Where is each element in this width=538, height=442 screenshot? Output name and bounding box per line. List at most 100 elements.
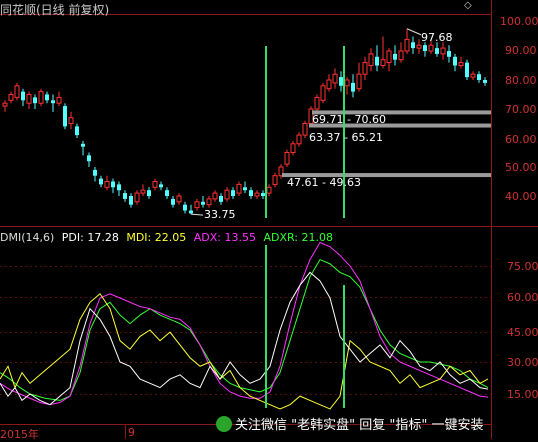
indicator-header: DMI(14,6) PDI: 17.28 MDI: 22.05 ADX: 13.… <box>0 231 337 244</box>
candlestick[interactable] <box>453 53 457 72</box>
candlestick[interactable] <box>189 204 193 215</box>
candlestick[interactable] <box>465 59 469 80</box>
candlestick[interactable] <box>272 172 278 188</box>
candlestick[interactable] <box>201 196 205 208</box>
candlestick[interactable] <box>440 42 446 60</box>
candlestick[interactable] <box>302 120 308 138</box>
indicator-name[interactable]: DMI(14,6) <box>0 231 54 244</box>
candlestick[interactable] <box>332 68 338 89</box>
candlestick[interactable] <box>477 71 481 83</box>
candlestick[interactable] <box>458 56 464 69</box>
price-tick: 40.00 <box>505 190 537 203</box>
indicator-tick: 45.00 <box>507 326 538 339</box>
diamond-icon[interactable]: ◇ <box>464 0 472 11</box>
candlestick[interactable] <box>320 82 326 104</box>
candlestick[interactable] <box>339 71 343 92</box>
candlestick[interactable] <box>296 132 302 147</box>
candlestick[interactable] <box>423 42 427 57</box>
candlestick[interactable] <box>129 193 133 208</box>
candlestick[interactable] <box>38 88 44 107</box>
candlestick[interactable] <box>284 149 290 167</box>
candlestick[interactable] <box>314 94 320 112</box>
candlestick[interactable] <box>326 74 332 92</box>
candlestick[interactable] <box>8 91 14 104</box>
candlestick[interactable] <box>344 77 350 95</box>
candlestick[interactable] <box>194 198 200 211</box>
candlestick[interactable] <box>435 42 439 57</box>
price-tick: 60.00 <box>505 133 537 146</box>
kline-dmi-chart[interactable] <box>0 0 538 439</box>
adxr-line <box>0 258 489 401</box>
candlestick[interactable] <box>398 42 404 63</box>
candlestick[interactable] <box>386 48 392 72</box>
candlestick[interactable] <box>351 74 355 98</box>
candlestick[interactable] <box>393 45 397 66</box>
candlestick[interactable] <box>87 152 91 168</box>
watermark: 关注微信 "老韩实盘" 回复 "指标" 一键安装 <box>216 414 483 433</box>
candlestick[interactable] <box>75 123 79 139</box>
candlestick[interactable] <box>51 94 55 112</box>
chart-title: 同花顺(日线 前复权) <box>0 3 110 17</box>
candlestick[interactable] <box>261 190 265 199</box>
candlestick[interactable] <box>21 88 25 107</box>
adx-value: ADX: 13.55 <box>193 231 256 244</box>
candlestick[interactable] <box>104 175 110 191</box>
candlestick[interactable] <box>243 181 247 194</box>
candlestick[interactable] <box>81 140 85 156</box>
indicator-tick: 75.00 <box>507 260 538 273</box>
candlestick[interactable] <box>111 178 115 194</box>
stock-chart-window[interactable]: 同花顺(日线 前复权) ◇ 100.00 90.00 80.00 70.00 6… <box>0 0 538 442</box>
candlestick[interactable] <box>33 94 37 110</box>
indicator-tick: 30.00 <box>507 356 538 369</box>
candlestick[interactable] <box>14 82 20 101</box>
candlestick[interactable] <box>483 77 487 86</box>
candlestick[interactable] <box>183 201 187 214</box>
wechat-icon <box>216 416 232 432</box>
candlestick[interactable] <box>411 36 415 54</box>
candlestick[interactable] <box>63 103 67 130</box>
candlestick[interactable] <box>219 193 223 205</box>
pdi-value: PDI: 17.28 <box>61 231 119 244</box>
candlestick[interactable] <box>140 184 146 196</box>
time-axis: 2015年 <box>0 426 39 442</box>
candlestick[interactable] <box>165 187 169 199</box>
candlestick[interactable] <box>356 62 362 92</box>
candlestick[interactable] <box>99 175 103 188</box>
candlestick[interactable] <box>45 91 49 104</box>
candlestick[interactable] <box>470 71 476 80</box>
candlestick[interactable] <box>236 181 242 197</box>
price-high-label: 97.68 <box>421 31 453 44</box>
candlestick[interactable] <box>134 190 140 205</box>
time-label-month: 9 <box>128 426 135 439</box>
candlestick[interactable] <box>171 196 175 208</box>
candlestick[interactable] <box>68 111 74 130</box>
candlestick[interactable] <box>380 36 386 69</box>
candlestick[interactable] <box>231 187 235 199</box>
price-tick: 90.00 <box>505 44 537 57</box>
candlestick[interactable] <box>176 193 182 205</box>
candlestick[interactable] <box>26 91 32 109</box>
price-tick: 100.00 <box>500 15 538 28</box>
candlestick[interactable] <box>93 167 97 182</box>
candlestick[interactable] <box>206 196 212 208</box>
candlestick[interactable] <box>375 45 379 72</box>
candlestick[interactable] <box>224 187 230 202</box>
candlestick[interactable] <box>254 190 260 199</box>
candlestick[interactable] <box>123 190 127 202</box>
candlestick[interactable] <box>56 91 62 107</box>
candlestick[interactable] <box>249 187 253 199</box>
candlestick[interactable] <box>266 184 272 196</box>
candlestick[interactable] <box>290 140 296 156</box>
candlestick[interactable] <box>117 181 121 197</box>
watermark-text: 关注微信 "老韩实盘" 回复 "指标" 一键安装 <box>235 418 484 433</box>
candlestick[interactable] <box>2 100 8 112</box>
candlestick[interactable] <box>447 45 451 63</box>
candlestick[interactable] <box>212 190 218 202</box>
candlestick[interactable] <box>404 28 410 54</box>
level-label: 63.37 - 65.21 <box>309 131 383 144</box>
candlestick[interactable] <box>362 56 368 80</box>
candlestick[interactable] <box>368 48 374 72</box>
candlestick[interactable] <box>147 187 151 199</box>
candlestick[interactable] <box>152 178 158 191</box>
candlestick[interactable] <box>159 181 163 191</box>
